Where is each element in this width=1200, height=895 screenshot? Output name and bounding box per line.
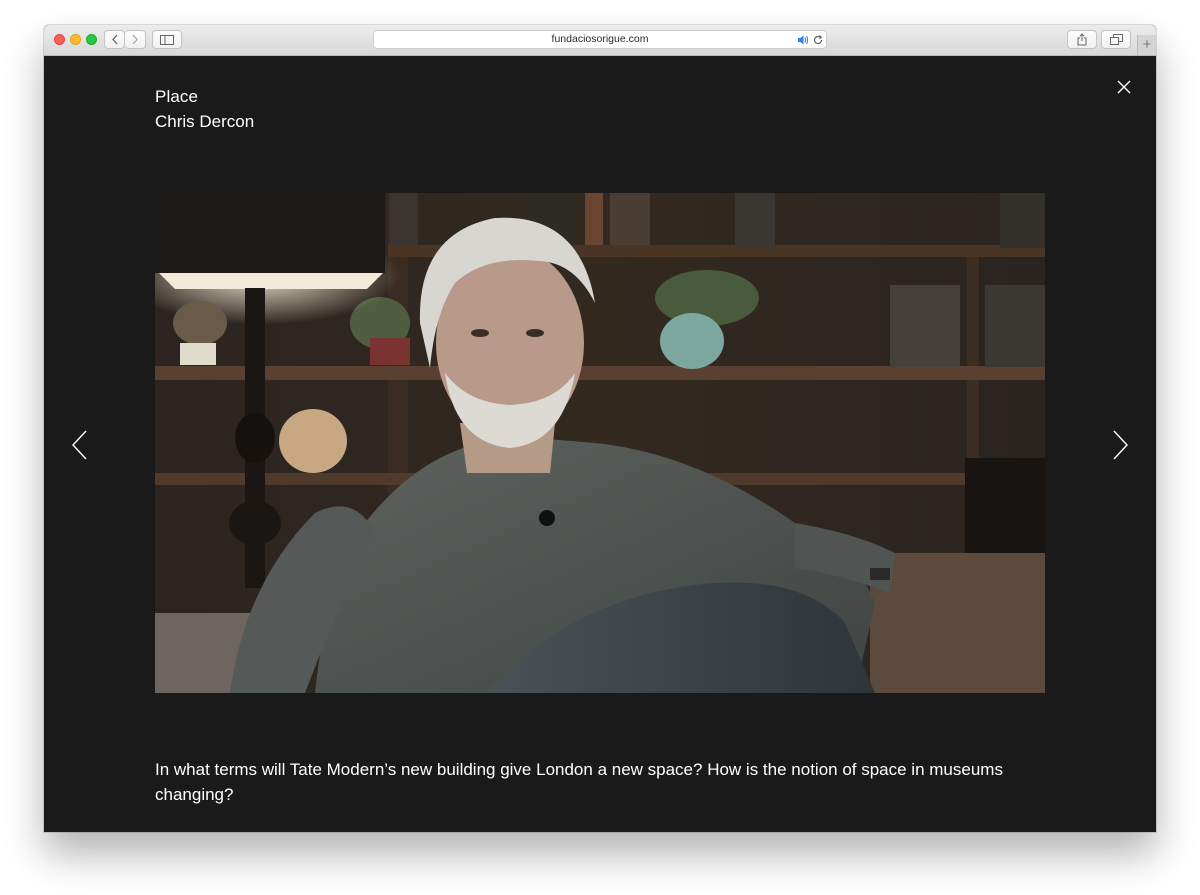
url-text: fundaciosorigue.com — [551, 33, 649, 45]
address-bar[interactable]: fundaciosorigue.com — [373, 30, 827, 49]
browser-window: fundaciosorigue.com + Place Chris Dercon… — [44, 25, 1156, 832]
share-icon — [1077, 33, 1087, 46]
back-button[interactable] — [104, 30, 125, 49]
window-minimize-button[interactable] — [70, 34, 81, 45]
sidebar-button[interactable] — [152, 30, 182, 49]
interview-question: In what terms will Tate Modern’s new bui… — [155, 760, 1003, 804]
reload-icon[interactable] — [812, 34, 824, 46]
chevron-right-icon — [132, 34, 138, 45]
tabs-overview-button[interactable] — [1101, 30, 1131, 49]
new-tab-button[interactable]: + — [1137, 35, 1156, 55]
person-name: Chris Dercon — [155, 112, 255, 131]
close-icon[interactable] — [1116, 79, 1132, 95]
interview-video[interactable] — [155, 193, 1045, 693]
chevron-right-icon[interactable] — [1110, 429, 1130, 461]
chevron-left-icon — [111, 34, 117, 45]
sidebar-icon — [160, 34, 174, 45]
speaker-icon[interactable] — [797, 34, 809, 46]
interview-video-frame — [155, 193, 1045, 693]
forward-button[interactable] — [125, 30, 146, 49]
window-close-button[interactable] — [54, 34, 65, 45]
page-content: Place Chris Dercon In what terms will Ta… — [44, 56, 1156, 832]
window-maximize-button[interactable] — [86, 34, 97, 45]
tabs-overview-icon — [1109, 34, 1123, 45]
section-label: Place — [155, 87, 199, 106]
browser-toolbar: fundaciosorigue.com + — [44, 25, 1156, 56]
share-button[interactable] — [1067, 30, 1097, 49]
chevron-left-icon[interactable] — [70, 429, 90, 461]
